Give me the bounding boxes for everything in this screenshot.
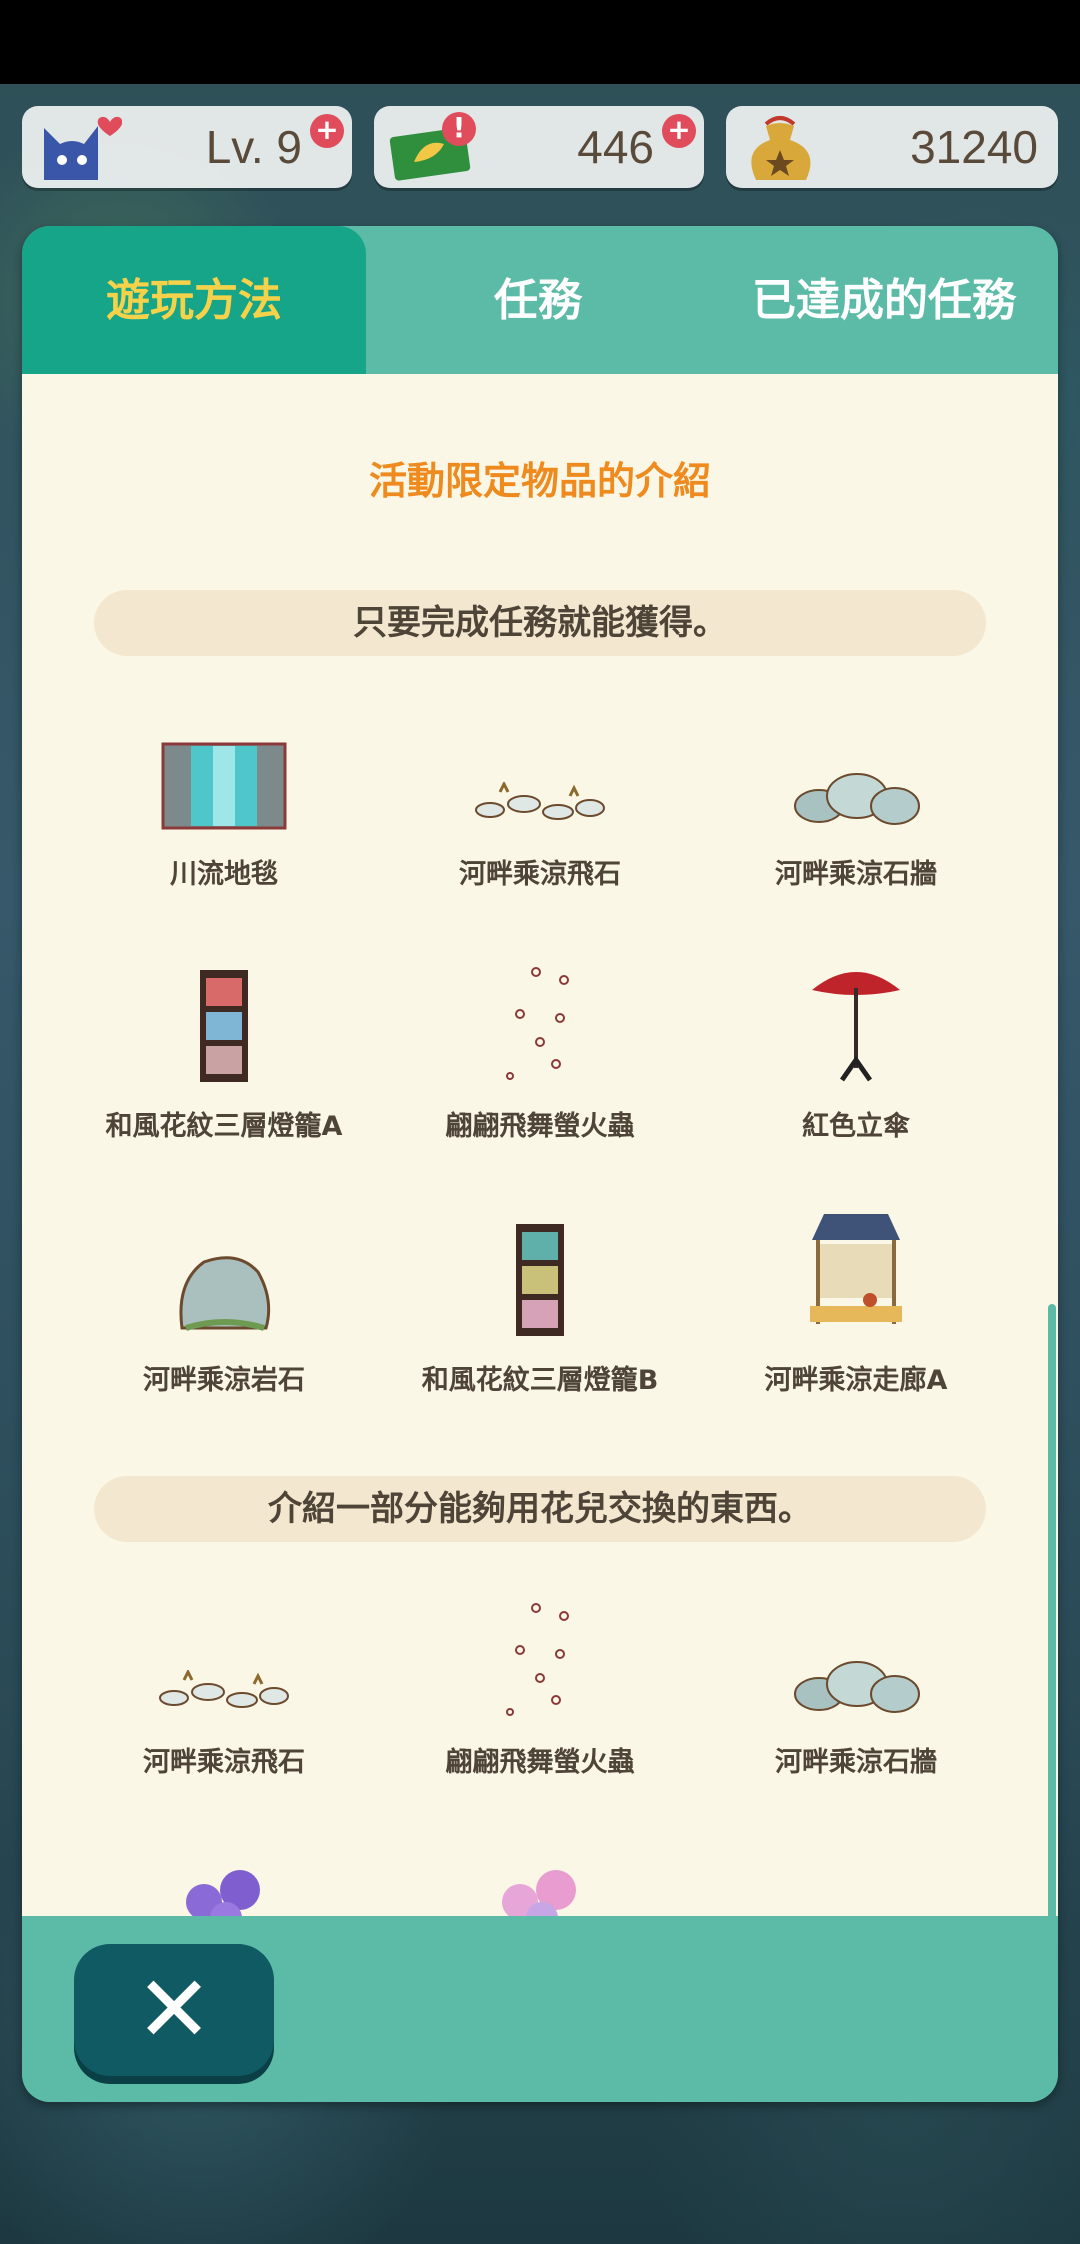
plus-icon[interactable]: +: [662, 114, 696, 148]
page-title: 活動限定物品的介紹: [368, 459, 711, 503]
rock-wall-icon: [686, 712, 1026, 832]
cat-heart-icon: [32, 110, 123, 188]
item-label: 翩翩飛舞螢火蟲: [445, 1111, 635, 1142]
tab-bar: 遊玩方法 任務 已達成的任務: [22, 226, 1058, 374]
fireflies-icon: [370, 964, 710, 1084]
stepping-stones-icon: [54, 1600, 394, 1720]
exclamation-icon: !: [442, 112, 476, 146]
item-label: 河畔乘涼飛石: [459, 859, 621, 890]
rock-wall-icon: [686, 1600, 1026, 1720]
leaf-ticket-counter[interactable]: ! 446 +: [374, 106, 704, 188]
list-item[interactable]: 河畔乘涼石牆: [686, 712, 1026, 891]
boulder-icon: [54, 1218, 394, 1338]
list-item[interactable]: 和風花紋三層燈籠A: [54, 964, 394, 1143]
list-item[interactable]: 和風花紋三層燈籠B: [370, 1218, 710, 1397]
lantern-b-icon: [370, 1218, 710, 1338]
status-bar: [0, 0, 1080, 84]
bells-counter[interactable]: 31240: [726, 106, 1058, 188]
list-item[interactable]: 紅色立傘: [686, 964, 1026, 1143]
event-info-dialog: 遊玩方法 任務 已達成的任務 活動限定物品的介紹 只要完成任務就能獲得。 川流地…: [22, 226, 1058, 2102]
red-parasol-icon: [686, 964, 1026, 1084]
lantern-a-icon: [54, 964, 394, 1084]
bells-value: 31240: [910, 121, 1038, 173]
list-item[interactable]: 河畔乘涼岩石: [54, 1218, 394, 1397]
level-text: Lv. 9: [205, 121, 302, 173]
pink-bellflower-icon: [370, 1852, 710, 1916]
item-label: 河畔乘涼石牆: [775, 1747, 937, 1778]
item-label: 河畔乘涼石牆: [775, 859, 937, 890]
fireflies-icon: [370, 1600, 710, 1720]
leaf-ticket-value: 446: [577, 121, 654, 173]
dialog-footer: ✕: [22, 1916, 1058, 2102]
content-scroll-area[interactable]: 活動限定物品的介紹 只要完成任務就能獲得。 川流地毯 河畔乘涼飛石 河畔乘涼石牆…: [22, 374, 1058, 1916]
list-item[interactable]: 翩翩飛舞螢火蟲: [370, 964, 710, 1143]
level-counter[interactable]: Lv. 9 +: [22, 106, 352, 188]
list-item[interactable]: [54, 1852, 394, 1916]
list-item[interactable]: 翩翩飛舞螢火蟲: [370, 1600, 710, 1779]
item-label: 和風花紋三層燈籠A: [105, 1111, 343, 1142]
item-label: 川流地毯: [170, 859, 278, 890]
veranda-icon: [686, 1214, 1026, 1338]
item-label: 翩翩飛舞螢火蟲: [445, 1747, 635, 1778]
magnify-plus-icon[interactable]: +: [310, 114, 344, 148]
close-icon: ✕: [135, 1956, 213, 2063]
stepping-stones-icon: [370, 712, 710, 832]
purple-bellflower-icon: [54, 1852, 394, 1916]
close-button[interactable]: ✕: [74, 1944, 274, 2076]
item-label: 河畔乘涼飛石: [143, 1747, 305, 1778]
tab-how-to-play[interactable]: 遊玩方法: [22, 226, 366, 374]
tab-completed-tasks[interactable]: 已達成的任務: [710, 226, 1058, 374]
section-heading: 介紹一部分能夠用花兒交換的東西。: [94, 1476, 986, 1542]
scrollbar[interactable]: [1048, 1304, 1056, 1916]
list-item[interactable]: 河畔乘涼石牆: [686, 1600, 1026, 1779]
item-label: 和風花紋三層燈籠B: [421, 1365, 659, 1396]
item-label: 河畔乘涼岩石: [143, 1365, 305, 1396]
section-heading: 只要完成任務就能獲得。: [94, 590, 986, 656]
list-item[interactable]: 河畔乘涼飛石: [370, 712, 710, 891]
river-rug-icon: [54, 712, 394, 832]
list-item[interactable]: 川流地毯: [54, 712, 394, 891]
item-label: 河畔乘涼走廊A: [764, 1365, 948, 1396]
tab-tasks[interactable]: 任務: [366, 226, 710, 374]
list-item[interactable]: 河畔乘涼走廊A: [686, 1214, 1026, 1397]
bell-bag-icon: [736, 110, 826, 188]
list-item[interactable]: 河畔乘涼飛石: [54, 1600, 394, 1779]
list-item[interactable]: [370, 1852, 710, 1916]
item-label: 紅色立傘: [802, 1111, 910, 1142]
